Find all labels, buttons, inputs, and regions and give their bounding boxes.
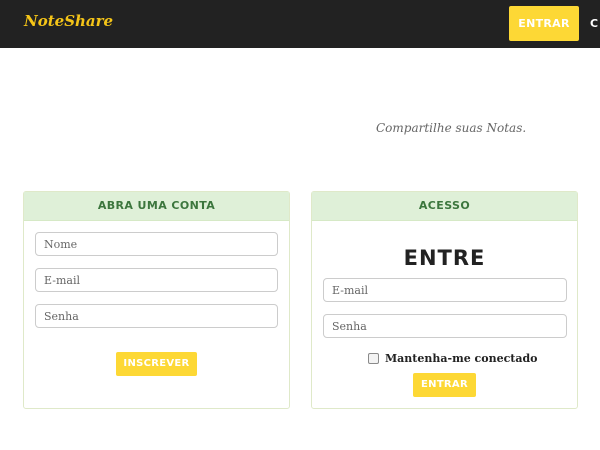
login-heading: ENTRE bbox=[403, 246, 486, 270]
remember-me-checkbox[interactable] bbox=[368, 352, 379, 364]
signup-panel-title: ABRA UMA CONTA bbox=[24, 192, 289, 221]
login-email-input[interactable] bbox=[323, 278, 567, 302]
signup-email-input[interactable] bbox=[35, 268, 278, 292]
signup-name-input[interactable] bbox=[35, 232, 278, 256]
login-password-input[interactable] bbox=[323, 314, 567, 338]
brand-logo[interactable]: NoteShare bbox=[24, 12, 113, 30]
signup-password-input[interactable] bbox=[35, 304, 278, 328]
remember-me-label: Mantenha-me conectado bbox=[385, 351, 538, 365]
login-panel-title: ACESSO bbox=[312, 192, 577, 221]
login-panel: ACESSO ENTRE Mantenha-me conectado ENTRA… bbox=[311, 191, 578, 409]
login-submit-button[interactable]: ENTRAR bbox=[413, 373, 476, 397]
signup-panel: ABRA UMA CONTA INSCREVER bbox=[23, 191, 290, 409]
tagline: Compartilhe suas Notas. bbox=[376, 121, 527, 135]
nav-login-button[interactable]: ENTRAR bbox=[509, 6, 579, 41]
nav-truncated-link[interactable]: C bbox=[590, 6, 600, 41]
signup-submit-button[interactable]: INSCREVER bbox=[116, 352, 197, 376]
remember-me-row[interactable]: Mantenha-me conectado bbox=[368, 351, 538, 365]
top-navbar: NoteShare ENTRAR C bbox=[0, 0, 600, 48]
